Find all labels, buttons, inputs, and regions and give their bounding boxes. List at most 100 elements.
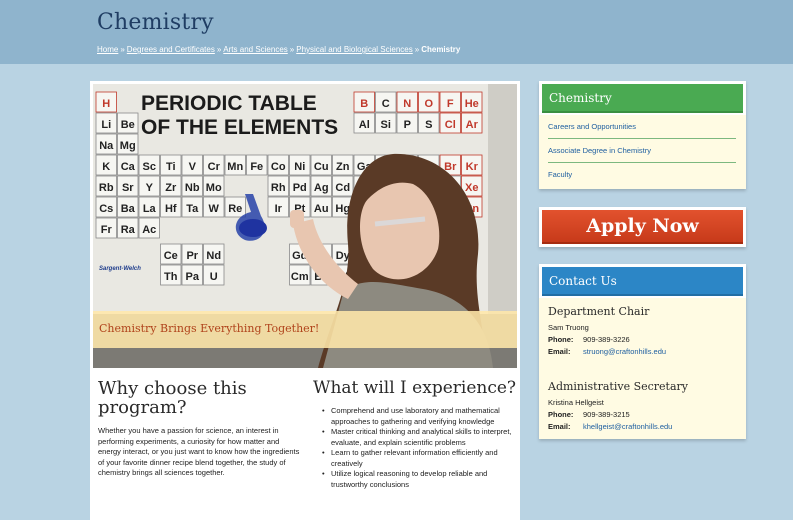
- element-symbol: Ac: [142, 224, 156, 236]
- contact-email-link[interactable]: khellgeist@craftonhills.edu: [583, 422, 672, 431]
- element-symbol: Ce: [164, 250, 178, 262]
- element-symbol: Rh: [271, 182, 286, 194]
- why-choose-heading: Why choose this program?: [98, 378, 247, 418]
- experience-item: Master critical thinking and analytical …: [322, 427, 514, 448]
- associate-degree-link[interactable]: Associate Degree in Chemistry: [548, 139, 736, 163]
- contact-email-row: Email: khellgeist@craftonhills.edu: [548, 422, 672, 431]
- element-symbol: Ni: [294, 161, 305, 173]
- element-symbol: Be: [121, 119, 135, 131]
- element-symbol: Kr: [466, 161, 479, 173]
- element-symbol: P: [404, 119, 411, 131]
- experience-item: Utilize logical reasoning to develop rel…: [322, 469, 514, 490]
- chemistry-box-title: Chemistry: [549, 91, 612, 105]
- element-symbol: S: [425, 119, 432, 131]
- element-symbol: Cm: [291, 271, 309, 283]
- element-symbol: B: [360, 98, 368, 110]
- element-symbol: Ir: [275, 203, 283, 215]
- element-symbol: Nd: [206, 250, 221, 262]
- poster-title-line1: PERIODIC TABLE: [141, 92, 317, 115]
- element-symbol: Cl: [445, 119, 456, 131]
- element-symbol: Ar: [466, 119, 479, 131]
- element-symbol: Pd: [293, 182, 307, 194]
- element-symbol: Hg: [335, 203, 350, 215]
- hero-caption-banner: Chemistry Brings Everything Together!: [93, 311, 517, 348]
- contact-name: Sam Truong: [548, 323, 589, 332]
- contact-phone-row: Phone: 909-389-3226: [548, 335, 630, 344]
- element-symbol: Ta: [186, 203, 199, 215]
- element-symbol: Co: [271, 161, 286, 173]
- why-choose-text: Whether you have a passion for science, …: [98, 426, 300, 477]
- contact-phone-row: Phone: 909-389-3215: [548, 410, 630, 419]
- element-symbol: O: [424, 98, 433, 110]
- element-symbol: U: [210, 271, 218, 283]
- element-symbol: La: [143, 203, 157, 215]
- element-symbol: Na: [99, 140, 114, 152]
- element-symbol: Si: [381, 119, 391, 131]
- contact-box-title: Contact Us: [549, 274, 617, 288]
- breadcrumb-separator: »: [289, 45, 295, 54]
- element-symbol: K: [102, 161, 110, 173]
- contact-role: Administrative Secretary: [548, 380, 689, 393]
- apply-now-container: Apply Now: [539, 207, 746, 247]
- element-symbol: Pr: [186, 250, 198, 262]
- phone-label: Phone:: [548, 335, 574, 344]
- element-symbol: Al: [359, 119, 370, 131]
- contact-email-link[interactable]: struong@craftonhills.edu: [583, 347, 666, 356]
- element-symbol: Mn: [227, 161, 243, 173]
- element-symbol: N: [403, 98, 411, 110]
- element-symbol: Rb: [99, 182, 114, 194]
- element-symbol: Fe: [250, 161, 263, 173]
- element-symbol: Y: [146, 182, 154, 194]
- poster-title-line2: OF THE ELEMENTS: [141, 116, 338, 139]
- element-symbol: Cs: [99, 203, 113, 215]
- element-symbol: Ca: [121, 161, 136, 173]
- element-symbol: Nb: [185, 182, 200, 194]
- experience-item: Learn to gather relevant information eff…: [322, 448, 514, 469]
- element-symbol: Au: [314, 203, 329, 215]
- element-symbol: C: [382, 98, 390, 110]
- element-symbol: W: [209, 203, 220, 215]
- element-symbol: Re: [228, 203, 242, 215]
- hero-caption-text: Chemistry Brings Everything Together!: [99, 322, 320, 335]
- breadcrumb-degrees-link[interactable]: Degrees and Certificates: [127, 45, 215, 54]
- element-symbol: Th: [164, 271, 178, 283]
- element-symbol: Cu: [314, 161, 329, 173]
- element-symbol: Zr: [165, 182, 177, 194]
- breadcrumb-physical-bio-link[interactable]: Physical and Biological Sciences: [296, 45, 413, 54]
- element-symbol: F: [447, 98, 454, 110]
- page-title: Chemistry: [97, 10, 214, 35]
- breadcrumb-separator: »: [120, 45, 125, 54]
- contact-phone: 909-389-3215: [583, 410, 630, 419]
- element-symbol: Ag: [314, 182, 329, 194]
- careers-link[interactable]: Careers and Opportunities: [548, 115, 736, 139]
- contact-role: Department Chair: [548, 305, 650, 318]
- element-symbol: Ti: [166, 161, 176, 173]
- element-symbol: Hf: [165, 203, 177, 215]
- chemistry-box-header: Chemistry: [539, 81, 746, 115]
- email-label: Email:: [548, 347, 571, 356]
- chemistry-links-box: Chemistry Careers and Opportunities Asso…: [539, 81, 746, 189]
- breadcrumb-arts-sciences-link[interactable]: Arts and Sciences: [223, 45, 287, 54]
- email-label: Email:: [548, 422, 571, 431]
- element-symbol: H: [102, 98, 110, 110]
- element-symbol: Pa: [186, 271, 200, 283]
- element-symbol: Xe: [465, 182, 478, 194]
- phone-label: Phone:: [548, 410, 574, 419]
- experience-list: Comprehend and use laboratory and mathem…: [322, 406, 514, 490]
- faculty-link[interactable]: Faculty: [548, 163, 736, 187]
- breadcrumb: Home» Degrees and Certificates» Arts and S…: [97, 45, 460, 54]
- element-symbol: Ra: [121, 224, 136, 236]
- element-symbol: Mo: [206, 182, 222, 194]
- element-symbol: Li: [101, 119, 111, 131]
- apply-now-button[interactable]: Apply Now: [542, 210, 743, 244]
- contact-name: Kristina Hellgeist: [548, 398, 604, 407]
- element-symbol: Cr: [208, 161, 221, 173]
- element-symbol: Sc: [143, 161, 156, 173]
- element-symbol: He: [465, 98, 479, 110]
- hero-image: PERIODIC TABLE OF THE ELEMENTS Sargent-W…: [93, 84, 517, 368]
- element-symbol: V: [189, 161, 197, 173]
- element-symbol: Zn: [336, 161, 350, 173]
- contact-box-header: Contact Us: [539, 264, 746, 298]
- breadcrumb-home-link[interactable]: Home: [97, 45, 118, 54]
- element-symbol: Ba: [121, 203, 136, 215]
